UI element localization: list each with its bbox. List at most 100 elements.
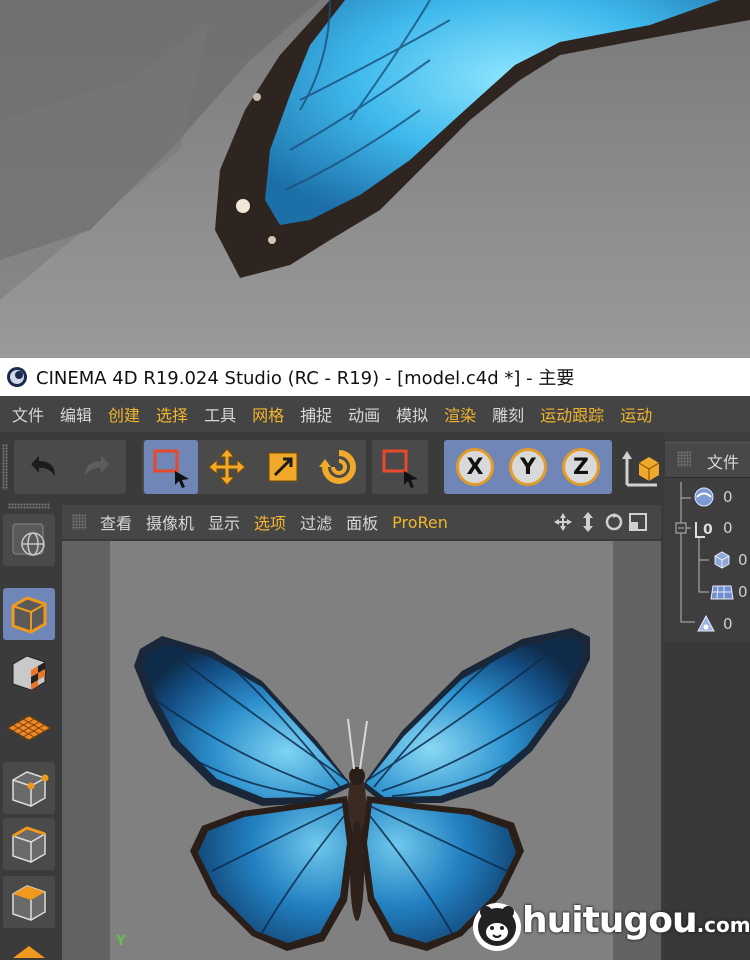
transform-tools-group (142, 440, 366, 494)
recent-select-button[interactable] (373, 440, 427, 494)
axis-mode-icon (13, 946, 45, 958)
scale-button[interactable] (256, 440, 310, 494)
viewport-navigation-icons[interactable] (552, 511, 652, 533)
viewport-menu-bar: 查看 摄像机 显示 选项 过滤 面板 ProRen (62, 505, 661, 539)
viewport-menu-filter[interactable]: 过滤 (300, 510, 332, 534)
texture-mode-icon (12, 655, 46, 691)
palette-grip[interactable] (8, 503, 50, 509)
object-manager-panel: 文件 0 0 0 0 0 0 (665, 432, 750, 960)
rectangle-select-icon (382, 449, 418, 488)
plane-object-icon (710, 585, 734, 600)
move-button[interactable] (200, 440, 254, 494)
menu-create[interactable]: 创建 (108, 402, 140, 426)
viewport-menu-options[interactable]: 选项 (254, 510, 286, 534)
object-row-value: 0 (723, 519, 733, 537)
sky-object-icon (694, 487, 714, 507)
viewport-menu-panel[interactable]: 面板 (346, 510, 378, 534)
edge-mode-icon (12, 826, 46, 863)
x-axis-lock-button[interactable]: X (450, 440, 500, 494)
polygon-object-icon (714, 551, 730, 569)
y-axis-lock-button[interactable]: Y (503, 440, 553, 494)
menu-simulate[interactable]: 模拟 (396, 402, 428, 426)
y-axis-label: Y (509, 448, 547, 486)
object-row-light[interactable]: 0 (665, 612, 750, 638)
coordinate-system-icon (622, 451, 660, 487)
cinema4d-logo-icon (7, 367, 27, 387)
workplane-mode-button[interactable] (3, 702, 55, 754)
toolbar-grip[interactable] (2, 444, 8, 490)
viewport-axis-y-label: Y (116, 934, 126, 949)
menu-motion[interactable]: 运动 (620, 402, 652, 426)
menu-tools[interactable]: 工具 (204, 402, 236, 426)
watermark-suffix: .com (696, 913, 750, 937)
undo-button[interactable] (16, 440, 70, 494)
live-select-button[interactable] (144, 440, 198, 494)
object-row-value: 0 (723, 615, 733, 633)
object-row-value: 0 (723, 488, 733, 506)
polygon-mode-button[interactable] (3, 876, 55, 928)
viewport-grip[interactable] (72, 514, 86, 530)
object-row-sky[interactable]: 0 (665, 485, 750, 511)
undo-icon (31, 456, 55, 476)
object-row-value: 0 (738, 583, 748, 601)
model-mode-cube-icon (11, 596, 47, 634)
viewport-menu-display[interactable]: 显示 (208, 510, 240, 534)
viewport-menu-camera[interactable]: 摄像机 (146, 510, 194, 534)
mode-palette (0, 498, 58, 960)
render-preview (0, 0, 750, 358)
watermark-text: huitugou.com (522, 900, 750, 941)
z-axis-lock-button[interactable]: Z (556, 440, 606, 494)
x-axis-label: X (456, 448, 494, 486)
main-toolbar: X Y Z (0, 432, 665, 498)
menu-animate[interactable]: 动画 (348, 402, 380, 426)
redo-icon (85, 456, 109, 476)
coordinate-system-button[interactable] (614, 440, 664, 494)
object-manager-header: 文件 (665, 442, 750, 478)
point-mode-button[interactable] (3, 762, 55, 814)
axis-mode-button[interactable] (3, 938, 55, 960)
viewport-menu-view[interactable]: 查看 (100, 510, 132, 534)
z-axis-label: Z (562, 448, 600, 486)
axis-lock-group: X Y Z (444, 440, 612, 494)
make-editable-icon (12, 523, 45, 556)
move-icon (208, 448, 246, 486)
wing-closeup-image (0, 0, 750, 358)
model-mode-button[interactable] (3, 588, 55, 640)
rotate-icon (319, 450, 356, 484)
object-row-value: 0 (738, 551, 748, 569)
menu-select[interactable]: 选择 (156, 402, 188, 426)
window-title: CINEMA 4D R19.024 Studio (RC - R19) - [m… (36, 368, 575, 389)
viewport-menu-prorender[interactable]: ProRen (392, 513, 448, 532)
null-object-icon: 0 (695, 522, 713, 538)
title-bar: CINEMA 4D R19.024 Studio (RC - R19) - [m… (0, 358, 750, 396)
scale-icon (268, 452, 298, 482)
workplane-grid-icon (6, 715, 52, 741)
menu-mesh[interactable]: 网格 (252, 402, 284, 426)
light-object-icon (697, 614, 715, 632)
live-select-icon (153, 449, 189, 488)
object-row-null[interactable]: 0 0 (665, 516, 750, 542)
texture-mode-button[interactable] (3, 646, 55, 698)
svg-text:0: 0 (703, 522, 713, 538)
viewport-nav-icons (552, 511, 652, 537)
menu-edit[interactable]: 编辑 (60, 402, 92, 426)
polygon-mode-icon (12, 885, 46, 921)
object-manager-file-menu[interactable]: 文件 (707, 449, 739, 473)
menu-render[interactable]: 渲染 (444, 402, 476, 426)
menu-snap[interactable]: 捕捉 (300, 402, 332, 426)
make-editable-button[interactable] (3, 514, 55, 566)
menu-motion-tracking[interactable]: 运动跟踪 (540, 402, 604, 426)
watermark-name: huitugou (522, 900, 698, 941)
panel-grip[interactable] (677, 451, 691, 467)
rotate-button[interactable] (312, 440, 366, 494)
recent-tool-group (372, 440, 428, 494)
object-row-plane[interactable]: 0 (665, 580, 750, 606)
menu-file[interactable]: 文件 (12, 402, 44, 426)
menu-sculpt[interactable]: 雕刻 (492, 402, 524, 426)
watermark-logo-icon (473, 903, 521, 951)
redo-button[interactable] (70, 440, 124, 494)
point-mode-icon (12, 771, 49, 807)
undo-group (14, 440, 126, 494)
edge-mode-button[interactable] (3, 818, 55, 870)
object-row-polygon[interactable]: 0 (665, 548, 750, 574)
